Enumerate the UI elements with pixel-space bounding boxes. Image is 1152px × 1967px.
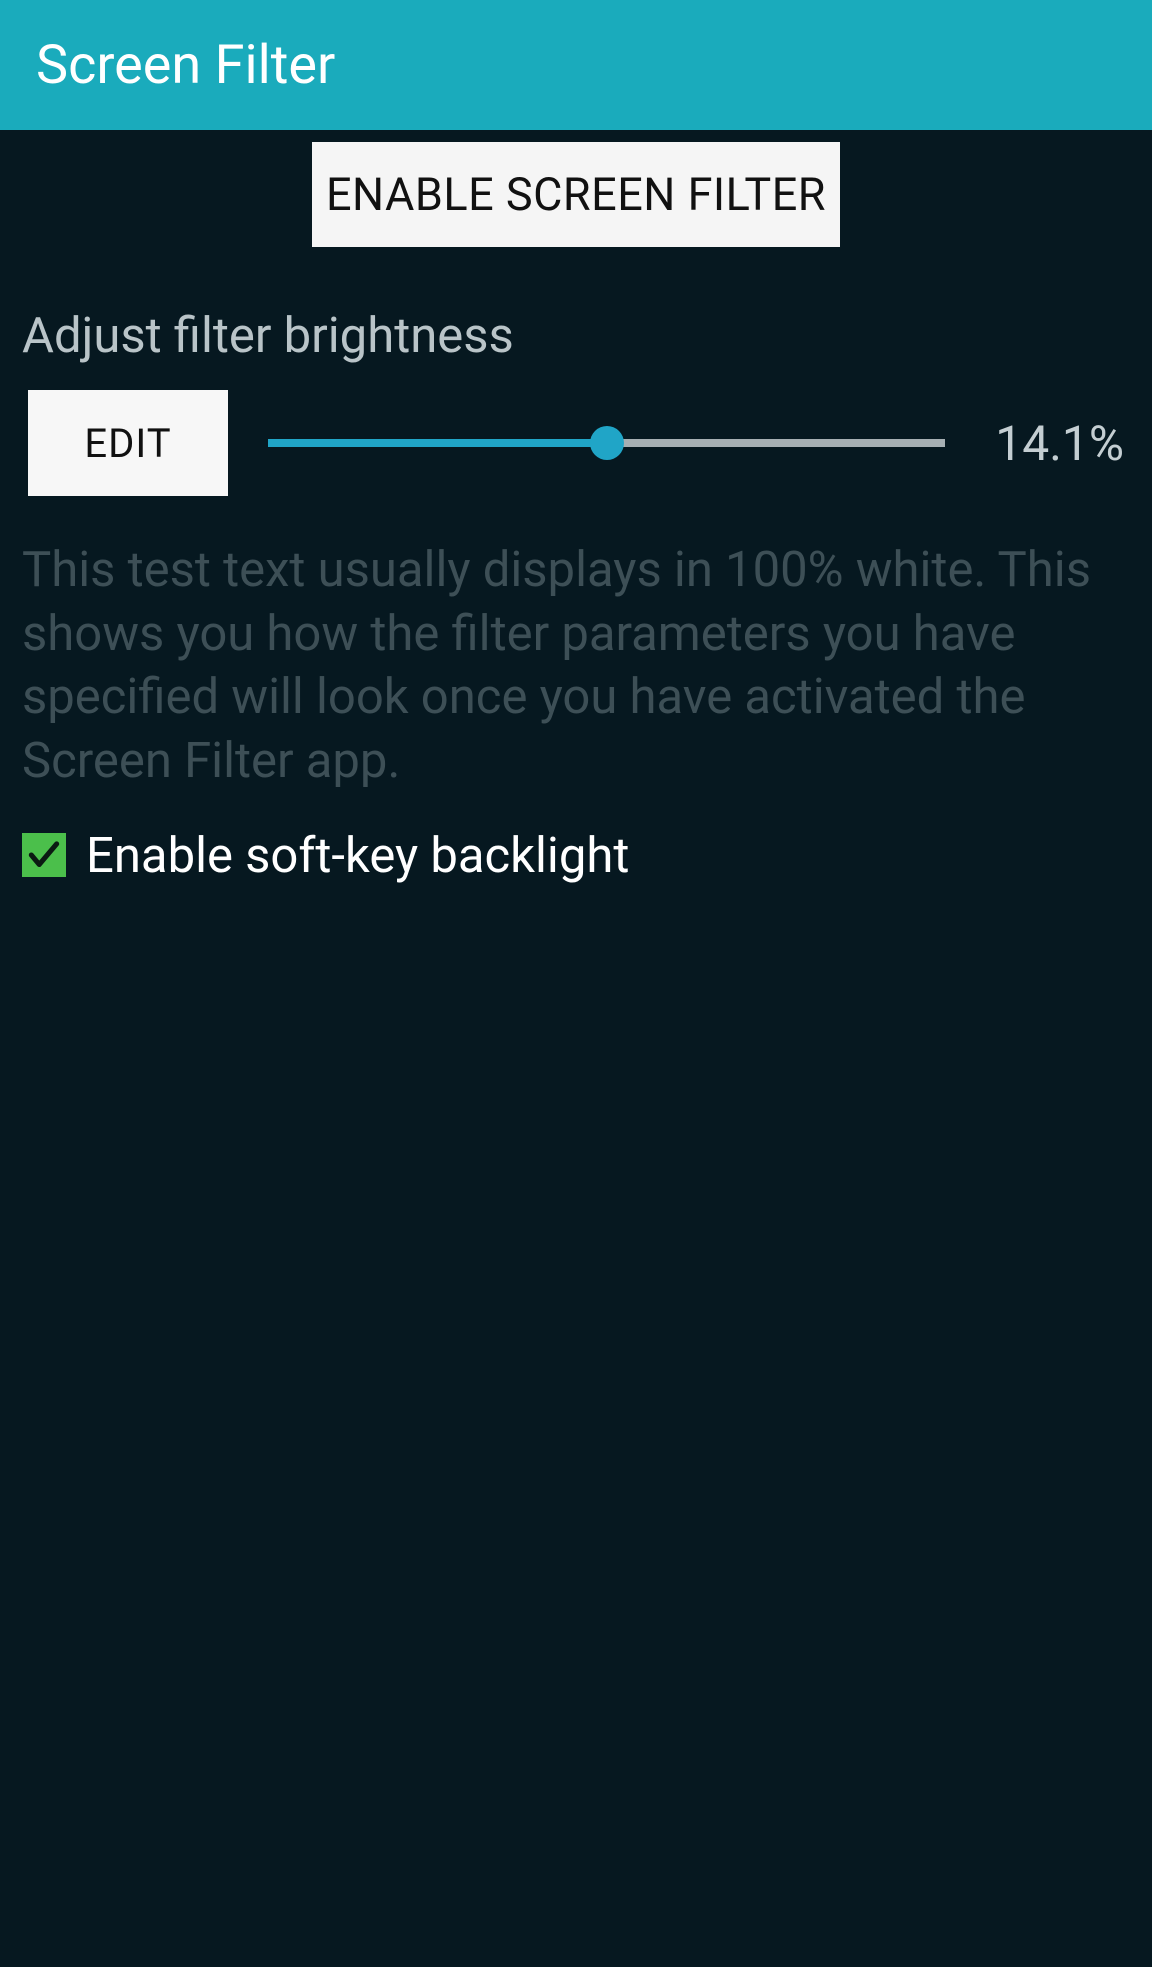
enable-screen-filter-button[interactable]: ENABLE SCREEN FILTER (312, 142, 840, 247)
edit-button[interactable]: EDIT (28, 390, 228, 496)
slider-thumb[interactable] (590, 426, 624, 460)
softkey-checkbox[interactable] (22, 833, 66, 877)
softkey-checkbox-label: Enable soft-key backlight (86, 827, 629, 884)
softkey-checkbox-row[interactable]: Enable soft-key backlight (22, 827, 1130, 884)
checkmark-icon (25, 836, 63, 874)
brightness-heading: Adjust filter brightness (22, 307, 1130, 364)
app-header: Screen Filter (0, 0, 1152, 130)
brightness-slider-row: EDIT 14.1% (22, 390, 1130, 496)
slider-fill (268, 439, 607, 447)
brightness-slider[interactable] (268, 423, 945, 463)
main-content: ENABLE SCREEN FILTER Adjust filter brigh… (0, 130, 1152, 884)
enable-button-container: ENABLE SCREEN FILTER (22, 130, 1130, 247)
test-text: This test text usually displays in 100% … (22, 538, 1130, 793)
brightness-value: 14.1% (995, 415, 1124, 472)
app-title: Screen Filter (36, 34, 335, 97)
